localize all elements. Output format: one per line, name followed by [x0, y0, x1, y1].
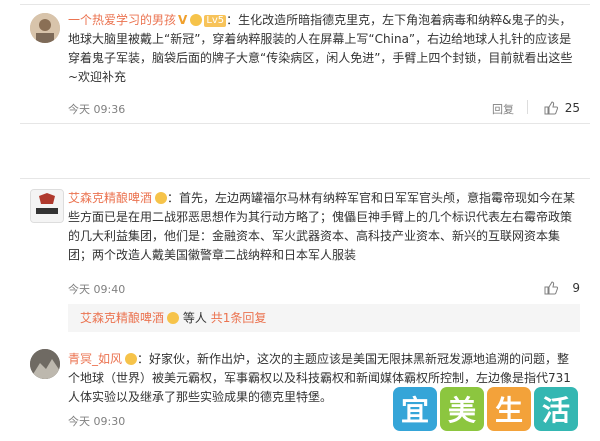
comment-username[interactable]: 艾森克精酿啤酒 — [68, 191, 152, 205]
emoji-icon — [167, 312, 180, 324]
avatar[interactable] — [30, 349, 60, 379]
comment-time: 今天 09:40 — [68, 283, 126, 296]
avatar[interactable] — [30, 189, 64, 223]
comment-username[interactable]: 一个热爱学习的男孩 — [68, 13, 176, 27]
like-count: 25 — [564, 101, 580, 115]
like-count: 9 — [572, 281, 580, 295]
watermark-char: 美 — [440, 387, 484, 431]
watermark-char: 活 — [534, 387, 578, 431]
avatar[interactable] — [30, 13, 60, 43]
level-badge: Lv5 — [204, 15, 227, 27]
reply-username[interactable]: 艾森克精酿啤酒 — [80, 311, 164, 325]
divider — [527, 100, 528, 114]
watermark-char: 生 — [487, 387, 531, 431]
comment-time: 今天 09:36 — [68, 103, 126, 116]
reply-summary[interactable]: 艾森克精酿啤酒 等人 共1条回复 — [68, 304, 580, 332]
reply-suffix: 等人 — [182, 311, 207, 325]
comment-body: 艾森克精酿啤酒 ：首先，左边两罐福尔马林有纳粹军官和日军军官头颅，意指霉帝现如今在… — [68, 189, 580, 265]
comment-time: 今天 09:30 — [68, 415, 126, 428]
watermark-logo: 宜 美 生 活 — [393, 387, 578, 433]
comment-meta: 今天 09:40 9 — [68, 281, 580, 297]
emoji-icon — [190, 14, 203, 26]
watermark-char: 宜 — [393, 387, 437, 431]
reply-button[interactable]: 回复 — [492, 101, 514, 117]
emoji-icon — [155, 192, 168, 204]
comment-body: 一个热爱学习的男孩 V Lv5 ：生化改造所暗指德克里克，左下角泡着病毒和纳粹&鬼子的… — [68, 11, 580, 87]
comment-card: 一个热爱学习的男孩 V Lv5 ：生化改造所暗指德克里克，左下角泡着病毒和纳粹&鬼子的… — [20, 4, 590, 124]
like-icon[interactable] — [544, 281, 558, 295]
reply-count-link[interactable]: 共1条回复 — [211, 311, 267, 325]
like-icon[interactable] — [544, 101, 558, 115]
emoji-icon — [125, 353, 138, 365]
comment-meta: 今天 09:36 回复 25 — [68, 100, 580, 117]
verified-icon: V — [178, 13, 188, 27]
comment-username[interactable]: 青冥_如风 — [68, 352, 122, 366]
